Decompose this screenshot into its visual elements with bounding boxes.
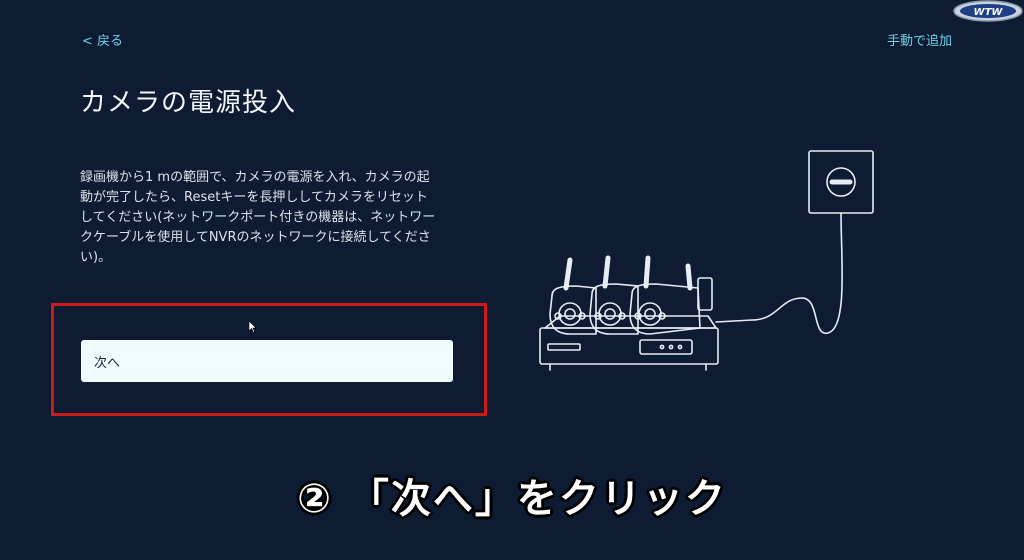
instruction-text: 録画機から1 mの範囲で、カメラの電源を入れ、カメラの起動が完了したら、Rese… <box>80 170 436 265</box>
back-link[interactable]: < 戻る <box>82 30 123 49</box>
power-cable <box>715 212 843 334</box>
camera-icon-3 <box>629 283 701 335</box>
page-title: カメラの電源投入 <box>80 88 297 118</box>
power-outlet-icon <box>808 150 874 214</box>
mouse-cursor-icon <box>249 321 257 333</box>
antenna-icons <box>563 255 693 291</box>
wtw-logo: WTW <box>953 0 1023 22</box>
manual-add-link[interactable]: 手動で追加 <box>887 30 952 49</box>
camera-icon-1 <box>549 285 597 335</box>
logo-text: WTW <box>974 7 1004 18</box>
nvr-camera-illustration <box>539 150 874 371</box>
instruction-caption: ② 「次へ」をクリック <box>297 476 727 522</box>
next-button[interactable]: 次へ <box>81 340 453 382</box>
